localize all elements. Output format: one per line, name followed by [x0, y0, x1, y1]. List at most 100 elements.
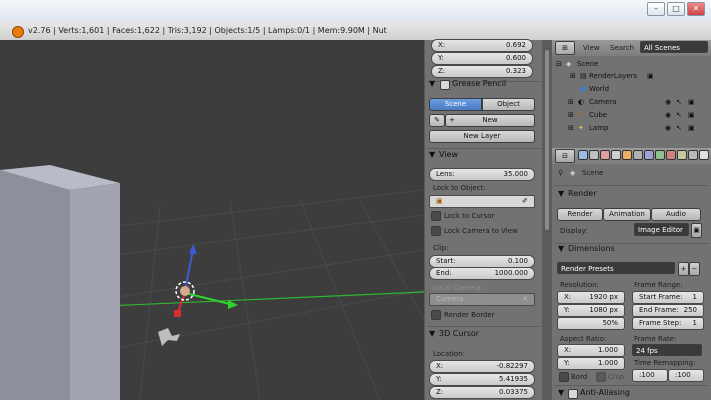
expand-icon[interactable]: ⊞ — [568, 109, 574, 121]
display-toggle-icon[interactable]: ▣ — [691, 223, 702, 238]
expand-icon[interactable]: ⊞ — [570, 70, 576, 82]
visibility-eye-icon[interactable]: ◉ — [665, 96, 671, 108]
render-camera-icon[interactable]: ▣ — [688, 122, 695, 134]
animation-button[interactable]: Animation — [603, 208, 651, 221]
clip-end-field[interactable]: End: 1000.000 — [429, 267, 535, 280]
cursor-z-field[interactable]: Z: 0.03375 — [429, 386, 535, 399]
frame-step-field[interactable]: Frame Step: 1 — [632, 317, 704, 330]
close-button[interactable]: ✕ — [687, 2, 705, 16]
resolution-x-field[interactable]: X: 1920 px — [557, 291, 625, 304]
scrollbar-thumb[interactable] — [545, 50, 549, 230]
time-remap-old-field[interactable]: :100 — [632, 369, 668, 382]
physics-tab-icon[interactable] — [699, 150, 709, 160]
data-tab-icon[interactable] — [655, 150, 665, 160]
render-presets-select[interactable]: Render Presets — [557, 262, 675, 274]
clear-icon[interactable]: ✕ — [522, 294, 528, 305]
grease-pencil-scene-tab[interactable]: Scene — [429, 98, 482, 111]
panel-collapse-icon[interactable]: ▼ — [558, 387, 564, 399]
display-mode-select[interactable]: All Scenes — [640, 41, 708, 53]
y-arrow-head-icon[interactable] — [228, 300, 238, 309]
outliner-item-camera[interactable]: ⊞ ◐ Camera ◉ ↖ ▣ — [552, 96, 711, 108]
transform-y-field[interactable]: Y: 0.600 — [431, 52, 533, 65]
modifiers-tab-icon[interactable] — [644, 150, 654, 160]
crop-checkbox[interactable] — [596, 372, 606, 382]
object-tab-icon[interactable] — [622, 150, 632, 160]
texture-tab-icon[interactable] — [677, 150, 687, 160]
outliner-item-lamp[interactable]: ⊞ ✦ Lamp ◉ ↖ ▣ — [552, 122, 711, 134]
render-border-checkbox[interactable] — [431, 310, 441, 320]
transform-x-field[interactable]: X: 0.692 — [431, 39, 533, 52]
pin-icon[interactable]: ⚲ — [558, 168, 563, 178]
panel-scrollbar[interactable] — [542, 40, 552, 400]
select-arrow-icon[interactable]: ↖ — [676, 109, 682, 121]
outliner-item-world[interactable]: ● World — [552, 83, 711, 95]
editor-type-icon[interactable]: ⊟ — [555, 149, 575, 163]
frame-rate-select[interactable]: 24 fps — [632, 344, 702, 356]
3d-viewport[interactable] — [0, 40, 424, 400]
material-tab-icon[interactable] — [666, 150, 676, 160]
constraints-tab-icon[interactable] — [633, 150, 643, 160]
grease-pencil-new-button[interactable]: + New — [445, 114, 535, 127]
n-panel[interactable]: X: 0.692 Y: 0.600 Z: 0.323 ▼ Grease Pencil … — [424, 39, 543, 400]
start-frame-field[interactable]: Start Frame: 1 — [632, 291, 704, 304]
cube-object[interactable] — [0, 170, 70, 400]
right-editors[interactable]: ⊞ View Search All Scenes ⊟ ◈ Scene ⊞ ▤ R… — [552, 40, 711, 400]
outliner-item-renderlayers[interactable]: ⊞ ▤ RenderLayers ▣ — [552, 70, 711, 82]
display-select[interactable]: Image Editor — [634, 223, 689, 236]
minimize-button[interactable]: – — [647, 2, 665, 16]
world-tab-icon[interactable] — [611, 150, 621, 160]
lock-to-cursor-checkbox[interactable] — [431, 211, 441, 221]
outliner-item-scene[interactable]: ⊟ ◈ Scene — [552, 58, 711, 70]
visibility-eye-icon[interactable]: ◉ — [665, 109, 671, 121]
z-axis-arrow[interactable] — [184, 249, 194, 291]
render-camera-icon[interactable]: ▣ — [688, 109, 695, 121]
border-checkbox[interactable] — [559, 372, 569, 382]
panel-collapse-icon[interactable]: ▼ — [429, 149, 435, 161]
select-arrow-icon[interactable]: ↖ — [676, 122, 682, 134]
grease-pencil-object-tab[interactable]: Object — [482, 98, 535, 111]
aspect-x-field[interactable]: X: 1.000 — [557, 344, 625, 357]
editor-type-icon[interactable]: ⊞ — [555, 41, 575, 55]
local-camera-field[interactable]: Camera ✕ — [429, 293, 535, 306]
outliner-view-menu[interactable]: View — [583, 43, 600, 53]
outliner-item-cube[interactable]: ⊞ ▽ Cube ◉ ↖ ▣ — [552, 109, 711, 121]
add-preset-button[interactable]: + — [678, 262, 689, 276]
select-arrow-icon[interactable]: ↖ — [676, 96, 682, 108]
pencil-icon[interactable]: ✎ — [429, 114, 445, 127]
anti-aliasing-checkbox[interactable] — [568, 389, 578, 399]
cursor-x-field[interactable]: X: -0.82297 — [429, 360, 535, 373]
audio-button[interactable]: Audio — [651, 208, 701, 221]
renderlayers-tab-icon[interactable] — [589, 150, 599, 160]
grease-pencil-checkbox[interactable] — [440, 80, 450, 90]
aspect-y-field[interactable]: Y: 1.000 — [557, 357, 625, 370]
render-tab-icon[interactable] — [578, 150, 588, 160]
new-layer-button[interactable]: New Layer — [429, 130, 535, 143]
x-arrow-head-icon[interactable] — [174, 310, 181, 317]
maximize-button[interactable]: □ — [667, 2, 685, 16]
lamp-object-icon[interactable] — [158, 328, 180, 346]
panel-collapse-icon[interactable]: ▼ — [558, 243, 564, 255]
panel-collapse-icon[interactable]: ▼ — [558, 188, 564, 200]
transform-z-field[interactable]: Z: 0.323 — [431, 65, 533, 78]
viewport-canvas[interactable] — [0, 40, 424, 400]
expand-icon[interactable]: ⊞ — [568, 122, 574, 134]
collapse-icon[interactable]: ⊟ — [556, 58, 562, 70]
cursor-y-field[interactable]: Y: 5.41935 — [429, 373, 535, 386]
blender-logo-icon[interactable] — [12, 26, 24, 38]
outliner-search-menu[interactable]: Search — [610, 43, 634, 53]
scene-tab-icon[interactable] — [600, 150, 610, 160]
expand-icon[interactable]: ⊞ — [568, 96, 574, 108]
remove-preset-button[interactable]: − — [689, 262, 700, 276]
render-button[interactable]: Render — [557, 208, 603, 221]
resolution-y-field[interactable]: Y: 1080 px — [557, 304, 625, 317]
panel-collapse-icon[interactable]: ▼ — [429, 328, 435, 340]
panel-collapse-icon[interactable]: ▼ — [429, 78, 435, 90]
render-camera-icon[interactable]: ▣ — [688, 96, 695, 108]
time-remap-new-field[interactable]: :100 — [668, 369, 704, 382]
end-frame-field[interactable]: End Frame: 250 — [632, 304, 704, 317]
lock-object-field[interactable]: ▣ ✐ — [429, 195, 535, 208]
resolution-percent-field[interactable]: 50% — [557, 317, 625, 330]
visibility-eye-icon[interactable]: ◉ — [665, 122, 671, 134]
particles-tab-icon[interactable] — [688, 150, 698, 160]
lens-field[interactable]: Lens: 35.000 — [429, 168, 535, 181]
